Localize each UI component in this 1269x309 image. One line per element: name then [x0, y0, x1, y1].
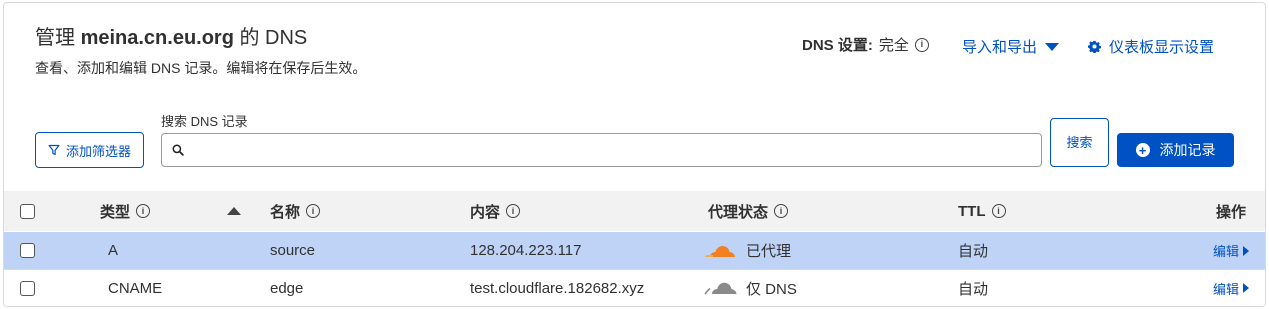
dns-records-card: 管理 meina.cn.eu.org 的 DNS 查看、添加和编辑 DNS 记录…: [3, 2, 1266, 307]
gear-icon: [1088, 40, 1101, 53]
sort-ascending-icon[interactable]: [227, 207, 241, 215]
select-all-checkbox[interactable]: [20, 203, 35, 219]
column-header-type-label: 类型: [100, 203, 131, 221]
edit-label: 编辑: [1213, 244, 1240, 259]
search-box: [161, 133, 1042, 167]
title-prefix: 管理: [35, 27, 81, 49]
dns-setting-value: 完全: [878, 37, 909, 54]
record-content: test.cloudflare.182682.xyz: [470, 279, 645, 297]
proxy-status: 仅 DNS: [704, 270, 797, 306]
cloud-grey-icon: [704, 282, 737, 295]
record-ttl: 自动: [958, 280, 989, 298]
search-label: 搜索 DNS 记录: [161, 114, 248, 129]
proxy-status: 已代理: [704, 232, 791, 269]
column-header-name[interactable]: 名称 i: [270, 191, 321, 231]
import-export-dropdown[interactable]: 导入和导出: [962, 36, 1060, 57]
column-header-actions: 操作: [1216, 191, 1246, 231]
chevron-right-icon: [1243, 245, 1250, 256]
table-header: 类型 i 名称 i 内容 i 代理状态 i TTL i 操作: [4, 191, 1265, 231]
column-header-actions-label: 操作: [1216, 203, 1247, 221]
page-title: 管理 meina.cn.eu.org 的 DNS: [35, 21, 307, 50]
add-filter-label: 添加筛选器: [65, 143, 131, 159]
search-icon: [172, 144, 184, 156]
info-icon[interactable]: i: [306, 204, 321, 218]
info-icon[interactable]: i: [136, 204, 151, 218]
column-header-content[interactable]: 内容 i: [470, 191, 521, 231]
add-record-button[interactable]: + 添加记录: [1117, 133, 1234, 167]
column-header-content-label: 内容: [470, 203, 501, 221]
dns-setting: DNS 设置: 完全 i: [802, 34, 929, 55]
edit-label: 编辑: [1213, 281, 1240, 297]
select-all-checkbox-cell: [20, 191, 35, 231]
proxy-status-label: 已代理: [746, 243, 792, 260]
record-type: CNAME: [108, 279, 163, 297]
row-checkbox[interactable]: [20, 280, 35, 296]
dashboard-settings-label: 仪表板显示设置: [1109, 39, 1215, 56]
domain-name: meina.cn.eu.org: [80, 27, 234, 49]
row-checkbox-cell: [20, 270, 35, 306]
table-row[interactable]: CNAME edge test.cloudflare.182682.xyz 仅 …: [4, 269, 1265, 306]
edit-link-inner[interactable]: 编辑: [1213, 279, 1250, 298]
column-header-ttl-label: TTL: [958, 202, 986, 220]
add-filter-button[interactable]: 添加筛选器: [35, 132, 144, 168]
caret-down-icon: [1045, 42, 1060, 51]
column-header-proxy-label: 代理状态: [708, 203, 769, 221]
plus-circle-icon: +: [1135, 143, 1150, 157]
row-checkbox-cell: [20, 232, 35, 269]
chevron-right-icon: [1243, 283, 1250, 293]
table-row[interactable]: A source 128.204.223.117 已代理 自动 编辑: [4, 232, 1265, 269]
page-subtitle: 查看、添加和编辑 DNS 记录。编辑将在保存后生效。: [35, 60, 367, 76]
import-export-label: 导入和导出: [962, 39, 1038, 56]
edit-link[interactable]: 编辑: [1213, 232, 1250, 269]
search-button[interactable]: 搜索: [1050, 118, 1109, 167]
info-icon[interactable]: i: [914, 37, 929, 52]
title-suffix: 的 DNS: [233, 27, 308, 49]
column-header-type[interactable]: 类型 i: [100, 191, 151, 231]
record-name: edge: [270, 279, 304, 297]
record-ttl: 自动: [958, 243, 989, 260]
proxy-status-label: 仅 DNS: [746, 280, 797, 298]
info-icon[interactable]: i: [991, 204, 1006, 218]
record-content: 128.204.223.117: [470, 242, 582, 259]
add-record-label: 添加记录: [1159, 142, 1216, 158]
column-header-name-label: 名称: [270, 203, 301, 221]
dns-setting-label: DNS 设置:: [802, 37, 873, 54]
filter-icon: [48, 144, 60, 156]
cloud-orange-icon: [705, 245, 735, 257]
column-header-proxy[interactable]: 代理状态 i: [708, 191, 789, 231]
column-header-ttl[interactable]: TTL i: [958, 191, 1006, 231]
row-checkbox[interactable]: [20, 243, 35, 258]
sort-ascending-cell: [227, 191, 241, 231]
info-icon[interactable]: i: [774, 204, 789, 218]
info-icon[interactable]: i: [506, 204, 521, 218]
record-type: A: [108, 242, 119, 259]
search-input[interactable]: [190, 136, 1041, 164]
edit-link-inner[interactable]: 编辑: [1213, 241, 1250, 260]
dashboard-display-settings-link[interactable]: 仪表板显示设置: [1088, 36, 1214, 57]
record-name: source: [270, 242, 316, 259]
edit-link[interactable]: 编辑: [1213, 270, 1250, 306]
